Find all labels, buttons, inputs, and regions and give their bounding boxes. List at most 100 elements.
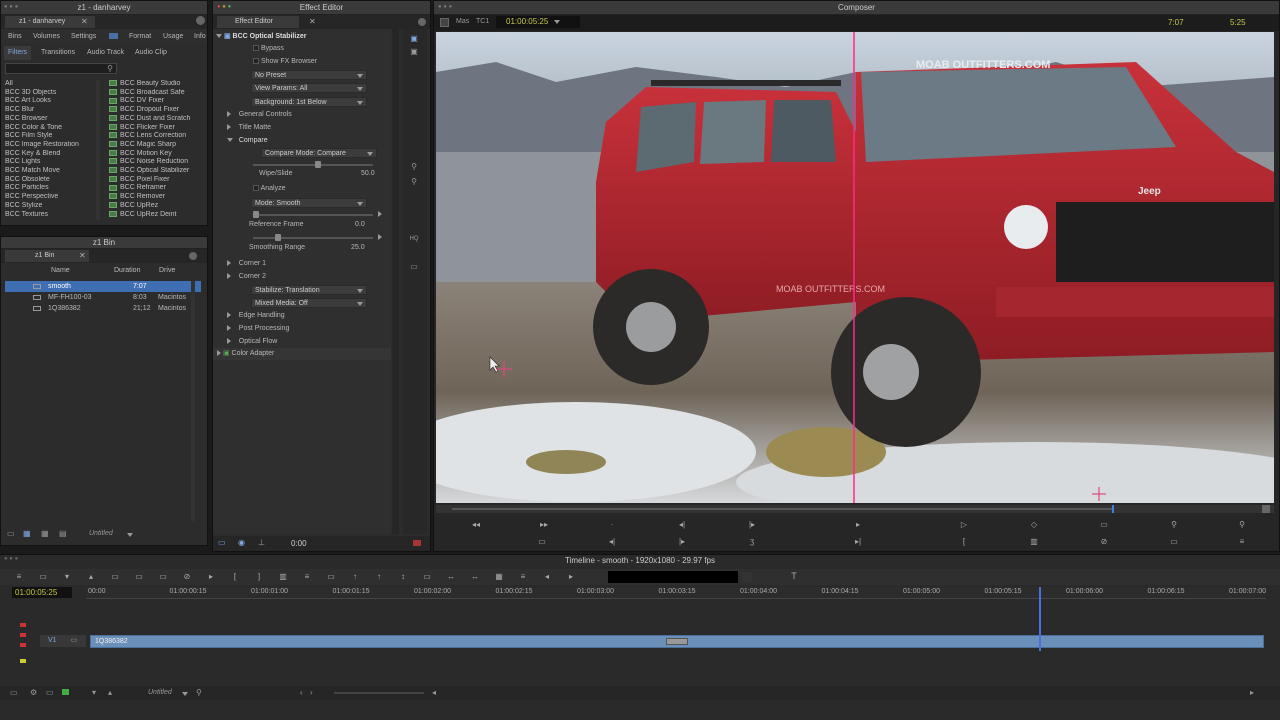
- bin-row[interactable]: MF-FH100-03 8:03 Macintos: [5, 292, 201, 303]
- timeline-view-name[interactable]: Untitled: [148, 689, 172, 696]
- script-view-icon[interactable]: ▤: [59, 528, 67, 540]
- sync-lock-icon[interactable]: ↔: [444, 571, 458, 583]
- effect-item[interactable]: BCC Remover: [109, 193, 205, 202]
- tab-transitions[interactable]: Transitions: [41, 46, 75, 60]
- category-item[interactable]: BCC Lights: [5, 158, 105, 167]
- scroll-start-icon[interactable]: ◂: [432, 687, 436, 699]
- play-icon[interactable]: ▸: [850, 518, 866, 532]
- tab-bins[interactable]: Bins: [8, 30, 22, 43]
- analyze-checkbox[interactable]: Analyze: [253, 185, 285, 192]
- step-back-icon[interactable]: ◂|: [674, 518, 690, 532]
- mark-in-icon[interactable]: [: [228, 571, 242, 583]
- bypass-checkbox[interactable]: Bypass: [253, 45, 284, 52]
- step-forward-icon[interactable]: |▸: [744, 518, 760, 532]
- tab-effect-editor[interactable]: Effect Editor: [217, 16, 299, 28]
- tab-audio-clip[interactable]: Audio Clip: [135, 46, 167, 60]
- reset-icon[interactable]: ▭: [407, 261, 421, 273]
- close-icon[interactable]: ✕: [79, 251, 86, 260]
- triangle-down-icon[interactable]: ▾: [60, 571, 74, 583]
- tab-filters[interactable]: Filters: [4, 46, 32, 60]
- bin-row[interactable]: 1Q386382 21;12 Macintos: [5, 303, 201, 314]
- category-item[interactable]: All: [5, 80, 105, 89]
- effect-item[interactable]: BCC Motion Key: [109, 150, 205, 159]
- position-bar[interactable]: [436, 505, 1274, 513]
- ee-scrollbar[interactable]: [392, 29, 399, 534]
- close-icon[interactable]: ✕: [81, 17, 88, 26]
- smoothing-keyframe[interactable]: [378, 234, 382, 241]
- no-entry-icon[interactable]: ⊘: [1096, 535, 1112, 549]
- triangle-down-icon[interactable]: ▾: [92, 687, 96, 699]
- effect-item[interactable]: BCC Noise Reduction: [109, 158, 205, 167]
- play-forward-icon[interactable]: ▸▸: [536, 518, 552, 532]
- frame-view-icon[interactable]: ▦: [23, 528, 31, 540]
- go-to-out-icon[interactable]: ▸|: [850, 535, 866, 549]
- zoom-slider[interactable]: [334, 692, 424, 694]
- stabilize-dropdown[interactable]: Stabilize: Translation: [251, 285, 367, 295]
- marker-icon[interactable]: ↔: [468, 571, 482, 583]
- audio-icon[interactable]: [20, 659, 26, 663]
- segment-icon[interactable]: ▭: [324, 571, 338, 583]
- timeline-clip[interactable]: 1Q386382: [90, 635, 1264, 648]
- bracket-icon[interactable]: [: [956, 535, 972, 549]
- ref-frame-keyframe[interactable]: [378, 211, 382, 218]
- general-controls-group[interactable]: General Controls: [227, 111, 292, 118]
- keyframe-tool-icon[interactable]: ◉: [238, 537, 245, 549]
- grid-icon[interactable]: ◂: [540, 571, 554, 583]
- timecode-display[interactable]: 01:00:05:25: [496, 16, 580, 28]
- record-icon[interactable]: [20, 623, 26, 627]
- compare-group[interactable]: Compare: [227, 137, 268, 144]
- split-icon[interactable]: ▥: [1026, 535, 1042, 549]
- window-menu-icon[interactable]: [418, 18, 426, 26]
- effect-item[interactable]: BCC Flicker Fixer: [109, 124, 205, 133]
- window-menu-icon[interactable]: [196, 16, 205, 25]
- zoom-in-icon[interactable]: ⚲: [407, 161, 421, 173]
- effect-item[interactable]: BCC Broadcast Safe: [109, 89, 205, 98]
- view-icon[interactable]: ▭: [36, 571, 50, 583]
- category-item[interactable]: BCC 3D Objects: [5, 89, 105, 98]
- smoothing-value[interactable]: 25.0: [351, 244, 365, 251]
- render-icon[interactable]: [413, 540, 421, 546]
- v1-track-header[interactable]: V1 ▭: [40, 635, 86, 647]
- category-item[interactable]: BCC Color & Tone: [5, 124, 105, 133]
- tab-settings[interactable]: Settings: [71, 30, 96, 43]
- sync-icon[interactable]: [20, 643, 26, 647]
- category-scrollbar[interactable]: [96, 80, 100, 220]
- wipe-value[interactable]: 50.0: [361, 170, 375, 177]
- scroll-right-icon[interactable]: ›: [310, 687, 313, 699]
- col-name[interactable]: Name: [51, 265, 70, 277]
- menu-icon[interactable]: ▭: [10, 687, 18, 699]
- bin-scrollbar[interactable]: [191, 281, 195, 521]
- category-item[interactable]: BCC Match Move: [5, 167, 105, 176]
- record-track-icon[interactable]: [742, 572, 752, 582]
- cursor-icon[interactable]: ▸: [204, 571, 218, 583]
- unlink-icon[interactable]: ≡: [516, 571, 530, 583]
- search-field[interactable]: ⚲: [5, 63, 117, 74]
- effect-item[interactable]: BCC Lens Correction: [109, 132, 205, 141]
- search-icon[interactable]: ⚲: [196, 687, 202, 699]
- mode-dropdown[interactable]: Mode: Smooth: [251, 198, 367, 208]
- category-item[interactable]: BCC Art Looks: [5, 97, 105, 106]
- menu-icon[interactable]: ≡: [12, 571, 26, 583]
- extract-icon[interactable]: ⊘: [180, 571, 194, 583]
- add-edit-icon[interactable]: ▥: [276, 571, 290, 583]
- slide-icon[interactable]: ↑: [372, 571, 386, 583]
- video-frame[interactable]: MOAB OUTFITTERS.COM MOAB OUTFITTERS.COM …: [436, 32, 1274, 503]
- post-processing-group[interactable]: Post Processing: [227, 325, 289, 332]
- rewind-icon[interactable]: ◂◂: [468, 518, 484, 532]
- link-icon[interactable]: ▦: [492, 571, 506, 583]
- tab-format[interactable]: Format: [129, 30, 151, 43]
- play-loop-icon[interactable]: ▭: [218, 537, 226, 549]
- tab-audio-track[interactable]: Audio Track: [87, 46, 124, 60]
- chevron-down-icon[interactable]: [182, 691, 188, 698]
- slip-icon[interactable]: ↑: [348, 571, 362, 583]
- category-item[interactable]: BCC Image Restoration: [5, 141, 105, 150]
- track-monitor-icon[interactable]: [20, 633, 26, 637]
- corner-2-group[interactable]: Corner 2: [227, 273, 266, 280]
- edge-handling-group[interactable]: Edge Handling: [227, 312, 285, 319]
- zoom-in-icon[interactable]: ⚲: [1234, 518, 1250, 532]
- fullscreen-icon[interactable]: ▭: [1096, 518, 1112, 532]
- category-item[interactable]: BCC Obsolete: [5, 176, 105, 185]
- lift-icon[interactable]: ▭: [156, 571, 170, 583]
- chevron-down-icon[interactable]: [127, 532, 133, 539]
- category-item[interactable]: BCC Blur: [5, 106, 105, 115]
